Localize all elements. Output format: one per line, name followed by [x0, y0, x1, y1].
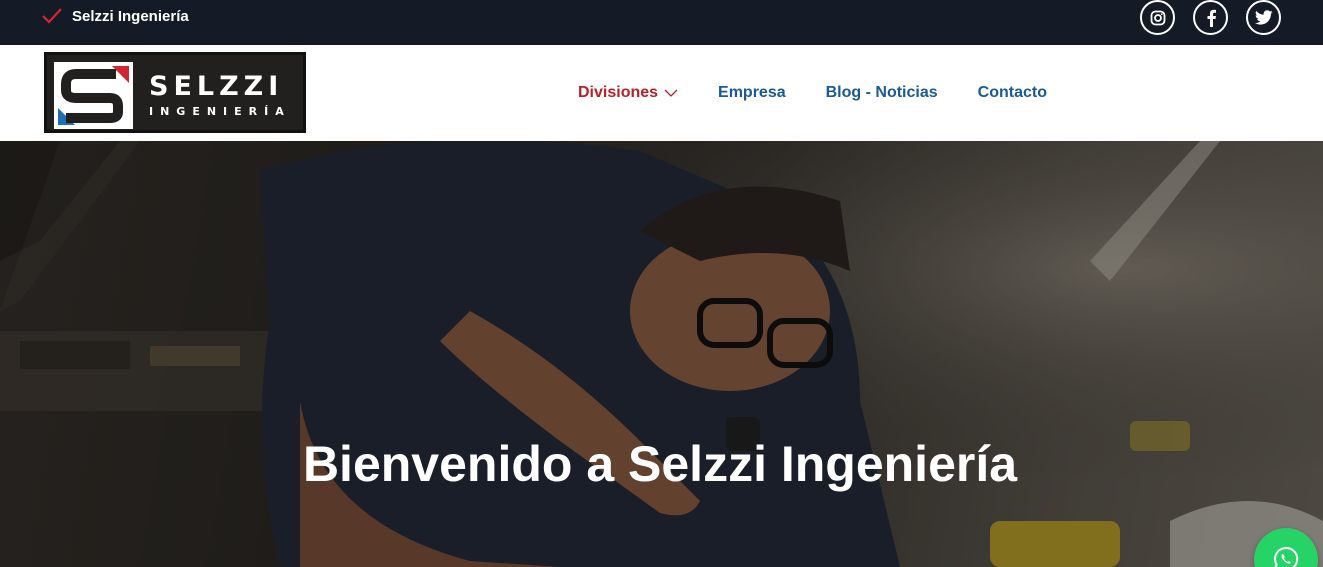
- top-brand: Selzzi Ingeniería: [42, 0, 189, 32]
- nav-divisiones-label: Divisiones: [578, 84, 659, 101]
- nav-empresa[interactable]: Empresa: [718, 84, 786, 102]
- hero-title: Bienvenido a Selzzi Ingeniería: [302, 436, 1018, 492]
- logo-mark-icon: [54, 62, 133, 129]
- chevron-down-icon: [664, 89, 678, 97]
- hero-banner: Bienvenido a Selzzi Ingeniería: [0, 141, 1323, 567]
- logo-text-secondary: INGENIERÍA: [149, 105, 291, 118]
- hero-overlay: [0, 141, 1323, 567]
- top-bar: Selzzi Ingeniería: [0, 0, 1323, 45]
- company-logo[interactable]: SELZZI INGENIERÍA: [44, 52, 306, 133]
- twitter-icon[interactable]: [1246, 0, 1281, 35]
- main-nav: Divisiones Empresa Blog - Noticias Conta…: [578, 45, 1047, 141]
- social-links: [1140, 0, 1281, 35]
- checkmark-icon: [42, 8, 62, 24]
- nav-contacto[interactable]: Contacto: [978, 84, 1047, 102]
- top-brand-text: Selzzi Ingeniería: [72, 7, 189, 25]
- whatsapp-icon: [1274, 546, 1299, 567]
- nav-blog-noticias[interactable]: Blog - Noticias: [826, 84, 938, 102]
- nav-divisiones[interactable]: Divisiones: [578, 84, 678, 102]
- main-header: SELZZI INGENIERÍA Divisiones Empresa Blo…: [0, 45, 1323, 141]
- facebook-icon[interactable]: [1193, 0, 1228, 35]
- instagram-icon[interactable]: [1140, 0, 1175, 35]
- logo-text-primary: SELZZI: [149, 71, 284, 102]
